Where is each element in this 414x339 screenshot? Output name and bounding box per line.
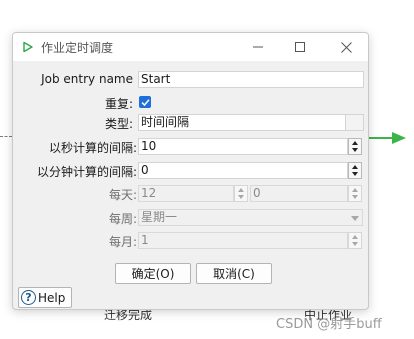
spin-down-icon (352, 172, 358, 177)
dialog-title: 作业定时调度 (41, 41, 114, 55)
close-icon (340, 41, 352, 53)
type-select-dropdown[interactable] (345, 115, 363, 130)
maximize-icon (295, 42, 305, 52)
canvas-hop-line (0, 136, 12, 137)
monthly-stepper[interactable] (348, 232, 362, 249)
daily-minute-stepper[interactable] (348, 185, 362, 202)
job-entry-name-label: Job entry name (41, 72, 133, 86)
daily-minute-input[interactable]: 0 (250, 185, 348, 202)
ok-button[interactable]: 确定(O) (115, 263, 191, 284)
spin-up-icon (352, 187, 358, 192)
daily-label: 每天: (108, 188, 137, 202)
repeat-checkbox[interactable] (139, 96, 151, 108)
spin-down-icon (352, 195, 358, 200)
job-schedule-dialog: 作业定时调度 Job entry name Start 重复: 类型: 时间间隔… (12, 32, 369, 310)
chevron-down-icon (351, 216, 359, 221)
daily-hour-input[interactable]: 12 (138, 185, 234, 202)
spin-down-icon (352, 148, 358, 153)
interval-seconds-label: 以秒计算的间隔: (48, 141, 137, 155)
spin-down-icon (238, 195, 244, 200)
job-entry-name-input[interactable]: Start (138, 71, 364, 88)
interval-seconds-stepper[interactable] (348, 138, 362, 155)
weekly-select[interactable]: 星期一 (138, 209, 363, 226)
daily-hour-stepper[interactable] (234, 185, 248, 202)
spin-up-icon (352, 140, 358, 145)
minimize-button[interactable] (238, 33, 278, 61)
maximize-button[interactable] (280, 33, 320, 61)
spin-up-icon (352, 234, 358, 239)
watermark: CSDN @射手buff (276, 317, 382, 332)
monthly-input[interactable]: 1 (138, 232, 348, 249)
spin-up-icon (238, 187, 244, 192)
help-icon: ? (21, 290, 36, 305)
type-select[interactable]: 时间间隔 (138, 114, 364, 131)
spin-up-icon (352, 164, 358, 169)
help-button-label: Help (38, 290, 66, 305)
interval-minutes-input[interactable]: 0 (138, 162, 348, 179)
canvas-hop-arrow-line (368, 137, 394, 139)
repeat-label: 重复: (104, 97, 133, 111)
minimize-icon (253, 46, 263, 48)
help-button[interactable]: ? Help (18, 287, 72, 308)
interval-seconds-input[interactable]: 10 (138, 138, 348, 155)
canvas-hop-arrow-icon (392, 132, 406, 144)
interval-minutes-stepper[interactable] (348, 162, 362, 179)
close-button[interactable] (326, 33, 366, 61)
interval-minutes-label: 以分钟计算的间隔: (36, 165, 137, 179)
title-bar[interactable]: 作业定时调度 (13, 33, 368, 61)
play-triangle-icon (23, 41, 33, 53)
cancel-button[interactable]: 取消(C) (196, 263, 272, 284)
spin-down-icon (352, 242, 358, 247)
monthly-label: 每月: (108, 235, 137, 249)
checkmark-icon (140, 98, 150, 106)
type-label: 类型: (104, 117, 133, 131)
weekly-label: 每周: (108, 212, 137, 226)
